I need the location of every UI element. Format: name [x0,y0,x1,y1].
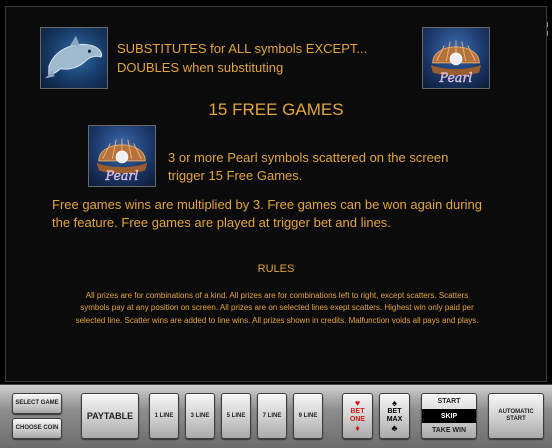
substitute-text: SUBSTITUTES for ALL symbols EXCEPT... [117,41,368,56]
spade-icon: ♠ [392,398,397,409]
pearl-symbol-label: Pearl [439,70,473,85]
automatic-start-button[interactable]: AUTOMATIC START [488,393,544,439]
free-games-text: Free games wins are multiplied by 3. Fre… [52,197,482,212]
choose-coin-button[interactable]: CHOOSE COIN [12,418,62,439]
pearl-symbol-icon: Pearl [422,27,490,89]
paytable-button[interactable]: PAYTABLE [81,393,139,439]
pearl-scatter-text: trigger 15 Free Games. [168,168,303,183]
club-icon: ♣ [391,422,398,433]
bet-one-button[interactable]: ♥ BET ONE ♦ [342,393,373,439]
pearl-symbol-icon: Pearl [88,125,156,187]
free-games-title: 15 FREE GAMES [208,100,344,119]
bet-max-button[interactable]: ♠ BET MAX ♣ [379,393,410,439]
line-3-button[interactable]: 3 LINE [185,393,215,439]
line-5-button[interactable]: 5 LINE [221,393,251,439]
line-9-button[interactable]: 9 LINE [293,393,323,439]
select-game-button[interactable]: SELECT GAME [12,393,62,414]
pearl-symbol-label: Pearl [105,168,139,183]
rules-text: selected line. Scatter wins are added to… [75,316,479,325]
free-games-text: the feature. Free games are played at tr… [52,215,391,230]
rules-text: symbols pay at any position on screen. A… [80,303,474,312]
control-bar: SELECT GAME CHOOSE COIN PAYTABLE 1 LINE … [0,384,552,448]
rules-title: RULES [257,263,295,275]
dolphin-symbol-icon [40,27,108,89]
diamond-icon: ♦ [355,422,360,433]
substitute-text: DOUBLES when substituting [117,60,284,75]
line-7-button[interactable]: 7 LINE [257,393,287,439]
heart-icon: ♥ [354,398,361,409]
start-skip-takewin-button[interactable]: START SKIP TAKE WIN [421,393,477,439]
line-1-button[interactable]: 1 LINE [149,393,179,439]
pearl-scatter-text: 3 or more Pearl symbols scattered on the… [168,150,449,165]
rules-text: All prizes are for combinations of a kin… [85,291,469,300]
